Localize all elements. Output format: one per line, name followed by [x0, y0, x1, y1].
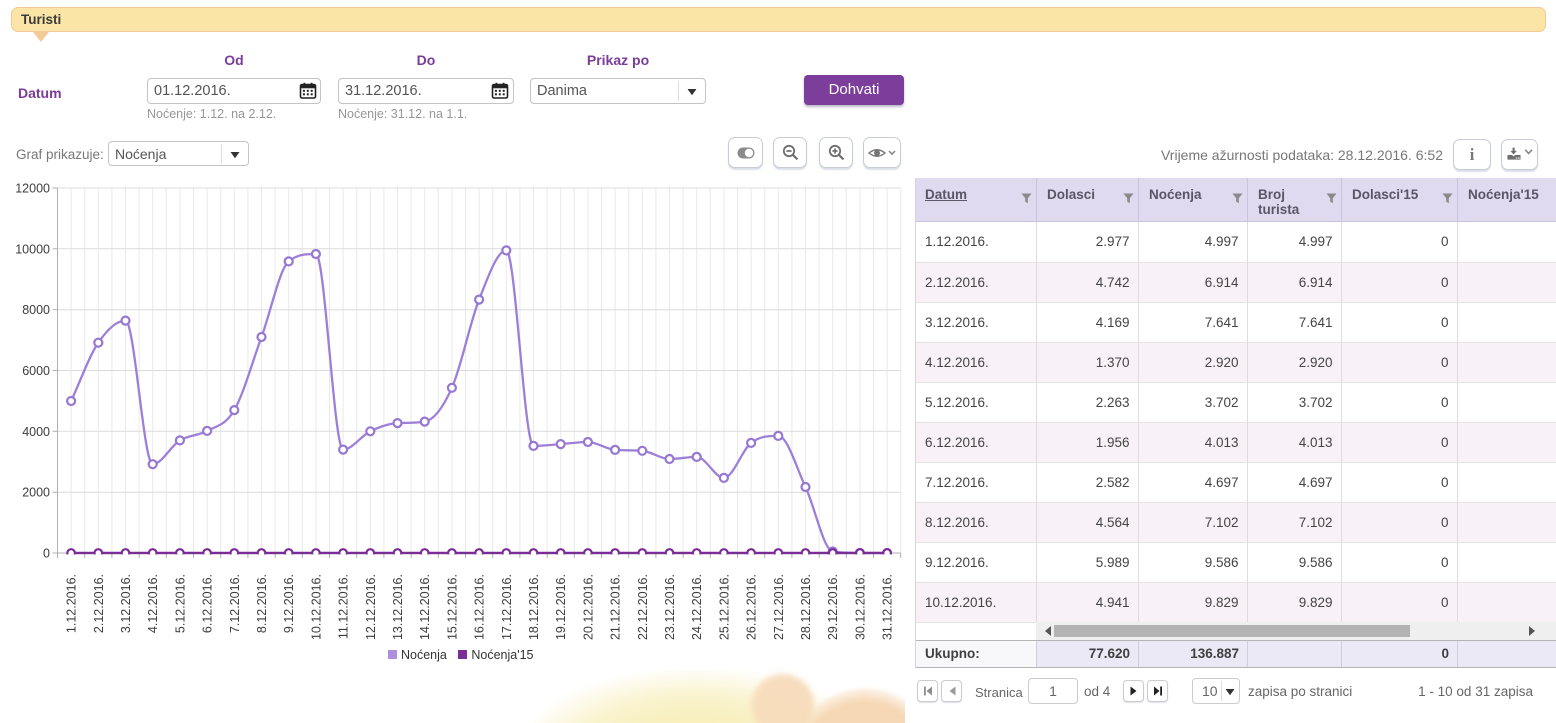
svg-text:2.12.2016.: 2.12.2016.: [92, 574, 106, 633]
svg-text:9.12.2016.: 9.12.2016.: [282, 574, 296, 633]
svg-text:6.12.2016.: 6.12.2016.: [201, 574, 215, 633]
svg-text:3.12.2016.: 3.12.2016.: [119, 574, 133, 633]
svg-text:28.12.2016.: 28.12.2016.: [799, 574, 813, 640]
svg-text:27.12.2016.: 27.12.2016.: [772, 574, 786, 640]
svg-text:13.12.2016.: 13.12.2016.: [391, 574, 405, 640]
svg-text:2000: 2000: [22, 486, 50, 500]
svg-text:20.12.2016.: 20.12.2016.: [581, 574, 595, 640]
svg-text:23.12.2016.: 23.12.2016.: [663, 574, 677, 640]
svg-text:15.12.2016.: 15.12.2016.: [445, 574, 459, 640]
svg-text:5.12.2016.: 5.12.2016.: [173, 574, 187, 633]
svg-text:21.12.2016.: 21.12.2016.: [609, 574, 623, 640]
svg-text:1.12.2016.: 1.12.2016.: [65, 574, 79, 633]
svg-text:8000: 8000: [22, 303, 50, 317]
svg-text:10000: 10000: [15, 242, 50, 256]
svg-text:4000: 4000: [22, 425, 50, 439]
svg-text:0: 0: [43, 547, 50, 561]
svg-text:10.12.2016.: 10.12.2016.: [309, 574, 323, 640]
svg-text:6000: 6000: [22, 364, 50, 378]
svg-text:19.12.2016.: 19.12.2016.: [554, 574, 568, 640]
svg-text:18.12.2016.: 18.12.2016.: [527, 574, 541, 640]
svg-text:26.12.2016.: 26.12.2016.: [745, 574, 759, 640]
svg-text:17.12.2016.: 17.12.2016.: [500, 574, 514, 640]
svg-text:12000: 12000: [15, 182, 50, 196]
svg-text:12.12.2016.: 12.12.2016.: [364, 574, 378, 640]
svg-text:11.12.2016.: 11.12.2016.: [337, 574, 351, 639]
svg-text:4.12.2016.: 4.12.2016.: [146, 574, 160, 633]
svg-text:7.12.2016.: 7.12.2016.: [228, 574, 242, 633]
svg-text:30.12.2016.: 30.12.2016.: [853, 574, 867, 640]
svg-text:22.12.2016.: 22.12.2016.: [636, 574, 650, 640]
svg-text:14.12.2016.: 14.12.2016.: [418, 574, 432, 640]
svg-text:25.12.2016.: 25.12.2016.: [717, 574, 731, 640]
svg-text:29.12.2016.: 29.12.2016.: [826, 574, 840, 640]
svg-text:31.12.2016.: 31.12.2016.: [881, 574, 895, 640]
svg-text:24.12.2016.: 24.12.2016.: [690, 574, 704, 640]
svg-text:8.12.2016.: 8.12.2016.: [255, 574, 269, 633]
svg-text:16.12.2016.: 16.12.2016.: [473, 574, 487, 640]
